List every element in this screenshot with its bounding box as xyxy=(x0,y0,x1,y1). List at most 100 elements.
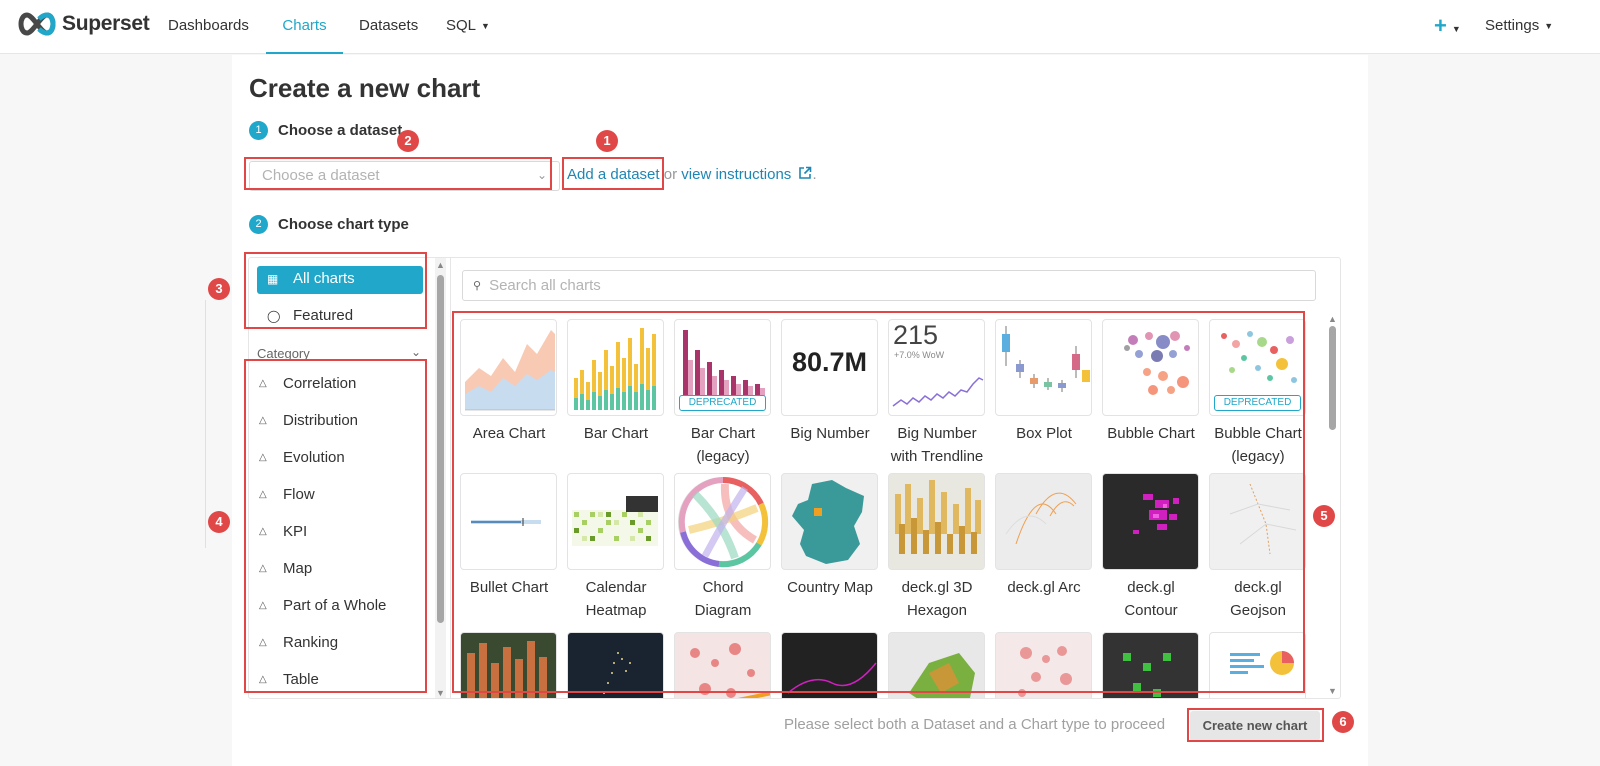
create-new-chart-button[interactable]: Create new chart xyxy=(1190,711,1320,741)
category-item-part-of-a-whole[interactable]: △ Part of a Whole xyxy=(259,597,386,614)
nav-charts[interactable]: Charts xyxy=(266,0,343,54)
chart-thumbnail xyxy=(995,473,1092,570)
chart-tile-label: Chord Diagram xyxy=(668,576,778,622)
chart-tile[interactable] xyxy=(668,632,778,698)
label-line-2: Contour xyxy=(1124,602,1178,619)
sidebar-item-label: All charts xyxy=(293,270,355,287)
label-line-1: Box Plot xyxy=(1016,425,1072,442)
chart-tile-label: Bubble Chart (legacy) xyxy=(1203,422,1313,468)
label-line-1: deck.gl xyxy=(1127,579,1175,596)
category-label: Part of a Whole xyxy=(283,597,387,614)
shapes-icon: △ xyxy=(259,563,267,574)
category-item-flow[interactable]: △ Flow xyxy=(259,486,315,503)
chart-tile-deckgl-contour[interactable]: deck.gl Contour xyxy=(1096,473,1206,622)
dataset-select-placeholder: Choose a dataset xyxy=(262,167,380,184)
new-item-menu[interactable]: + ▼ xyxy=(1434,0,1461,54)
label-line-1: deck.gl Arc xyxy=(1007,579,1081,596)
chart-tile[interactable] xyxy=(1203,632,1313,698)
dataset-select[interactable]: Choose a dataset ⌄ xyxy=(249,161,560,191)
chart-thumbnail xyxy=(567,473,664,570)
sidebar-item-all-charts[interactable]: ▦ All charts xyxy=(257,266,423,294)
chart-tile-box-plot[interactable]: Box Plot xyxy=(989,319,1099,445)
chart-thumbnail: 215 +7.0% WoW xyxy=(888,319,985,416)
category-label: Map xyxy=(283,560,313,577)
sidebar-item-featured[interactable]: ◯ Featured xyxy=(257,303,423,331)
chart-thumbnail xyxy=(888,632,985,698)
label-line-1: Big Number xyxy=(790,425,870,442)
period-text: . xyxy=(812,166,817,183)
chart-thumbnail xyxy=(460,319,557,416)
label-line-1: Calendar xyxy=(585,579,647,596)
chart-tile-big-number[interactable]: 80.7M Big Number xyxy=(775,319,885,445)
category-label: Table xyxy=(283,671,319,688)
chart-search-input[interactable]: ⚲ Search all charts xyxy=(462,270,1316,301)
chart-thumbnail xyxy=(567,319,664,416)
category-item-correlation[interactable]: △ Correlation xyxy=(259,375,356,392)
chart-tile[interactable] xyxy=(561,632,671,698)
add-dataset-link[interactable]: Add a dataset xyxy=(567,166,660,183)
chart-tile-area-chart[interactable]: Area Chart xyxy=(454,319,564,445)
chart-thumbnail xyxy=(781,632,878,698)
chart-grid-scrollbar[interactable]: ▲ ▼ xyxy=(1327,314,1338,696)
chart-tile-big-number-trendline[interactable]: 215 +7.0% WoW Big Number with Trendline xyxy=(882,319,992,468)
chart-tile-chord-diagram[interactable]: Chord Diagram xyxy=(668,473,778,622)
settings-menu[interactable]: Settings ▼ xyxy=(1485,0,1553,54)
divider xyxy=(205,300,206,548)
chart-tile-bubble-chart-legacy[interactable]: DEPRECATED Bubble Chart (legacy) xyxy=(1203,319,1313,468)
chart-tile-calendar-heatmap[interactable]: Calendar Heatmap xyxy=(561,473,671,622)
category-item-table[interactable]: △ Table xyxy=(259,671,319,688)
create-chart-panel: Create a new chart 1 Choose a dataset Ch… xyxy=(232,55,1368,766)
label-line-1: Big Number xyxy=(897,425,977,442)
superset-logo-icon xyxy=(18,12,56,36)
chart-tile-label: Big Number xyxy=(775,422,885,445)
chart-thumbnail xyxy=(674,632,771,698)
shapes-icon: △ xyxy=(259,674,267,685)
shapes-icon: △ xyxy=(259,415,267,426)
chart-tile-bubble-chart[interactable]: Bubble Chart xyxy=(1096,319,1206,445)
scroll-down-icon[interactable]: ▼ xyxy=(435,688,446,698)
chart-tile[interactable] xyxy=(1096,632,1206,698)
chevron-down-icon: ⌄ xyxy=(536,168,547,182)
chart-tile[interactable] xyxy=(775,632,885,698)
label-line-1: deck.gl xyxy=(1234,579,1282,596)
chart-tile[interactable] xyxy=(882,632,992,698)
category-item-map[interactable]: △ Map xyxy=(259,560,312,577)
chart-tile-country-map[interactable]: Country Map xyxy=(775,473,885,599)
label-line-1: Bar Chart xyxy=(583,425,649,442)
chart-tile[interactable] xyxy=(454,632,564,698)
superset-logo[interactable]: Superset xyxy=(16,11,150,37)
category-item-kpi[interactable]: △ KPI xyxy=(259,523,307,540)
view-instructions-link[interactable]: view instructions xyxy=(681,166,812,183)
chart-thumbnail: DEPRECATED xyxy=(1209,319,1306,416)
category-header[interactable]: Category ⌄ xyxy=(257,345,421,361)
chart-thumbnail xyxy=(888,473,985,570)
shapes-icon: △ xyxy=(259,637,267,648)
category-item-evolution[interactable]: △ Evolution xyxy=(259,449,345,466)
scroll-down-icon[interactable]: ▼ xyxy=(1327,686,1338,696)
chart-tile-deckgl-3d-hexagon[interactable]: deck.gl 3D Hexagon xyxy=(882,473,992,622)
scroll-up-icon[interactable]: ▲ xyxy=(1327,314,1338,324)
nav-sql[interactable]: SQL ▼ xyxy=(446,0,490,54)
chart-tile-label: deck.gl 3D Hexagon xyxy=(882,576,992,622)
chart-tile-label: Big Number with Trendline xyxy=(882,422,992,468)
category-item-ranking[interactable]: △ Ranking xyxy=(259,634,338,651)
chart-tile-deckgl-arc[interactable]: deck.gl Arc xyxy=(989,473,1099,599)
chart-tile-bar-chart[interactable]: Bar Chart xyxy=(561,319,671,445)
chart-thumbnail: DEPRECATED xyxy=(674,319,771,416)
scroll-up-icon[interactable]: ▲ xyxy=(435,260,446,270)
shapes-icon: △ xyxy=(259,452,267,463)
label-line-1: Bubble Chart xyxy=(1214,425,1302,442)
chart-grid-scroll-thumb[interactable] xyxy=(1329,326,1336,430)
step-number: 1 xyxy=(249,121,268,140)
category-item-distribution[interactable]: △ Distribution xyxy=(259,412,358,429)
chart-tile-deckgl-geojson[interactable]: deck.gl Geojson xyxy=(1203,473,1313,622)
chart-tile-label: deck.gl Arc xyxy=(989,576,1099,599)
chart-tile-bar-chart-legacy[interactable]: DEPRECATED Bar Chart (legacy) xyxy=(668,319,778,468)
top-navbar: Superset Dashboards Charts Datasets SQL ▼… xyxy=(0,0,1600,54)
nav-dashboards[interactable]: Dashboards xyxy=(168,0,249,54)
chart-tile-bullet-chart[interactable]: Bullet Chart xyxy=(454,473,564,599)
sidebar-scroll-thumb[interactable] xyxy=(437,275,444,623)
nav-datasets[interactable]: Datasets xyxy=(359,0,418,54)
chart-tile[interactable] xyxy=(989,632,1099,698)
sidebar-scrollbar[interactable]: ▲ ▼ xyxy=(435,258,446,698)
